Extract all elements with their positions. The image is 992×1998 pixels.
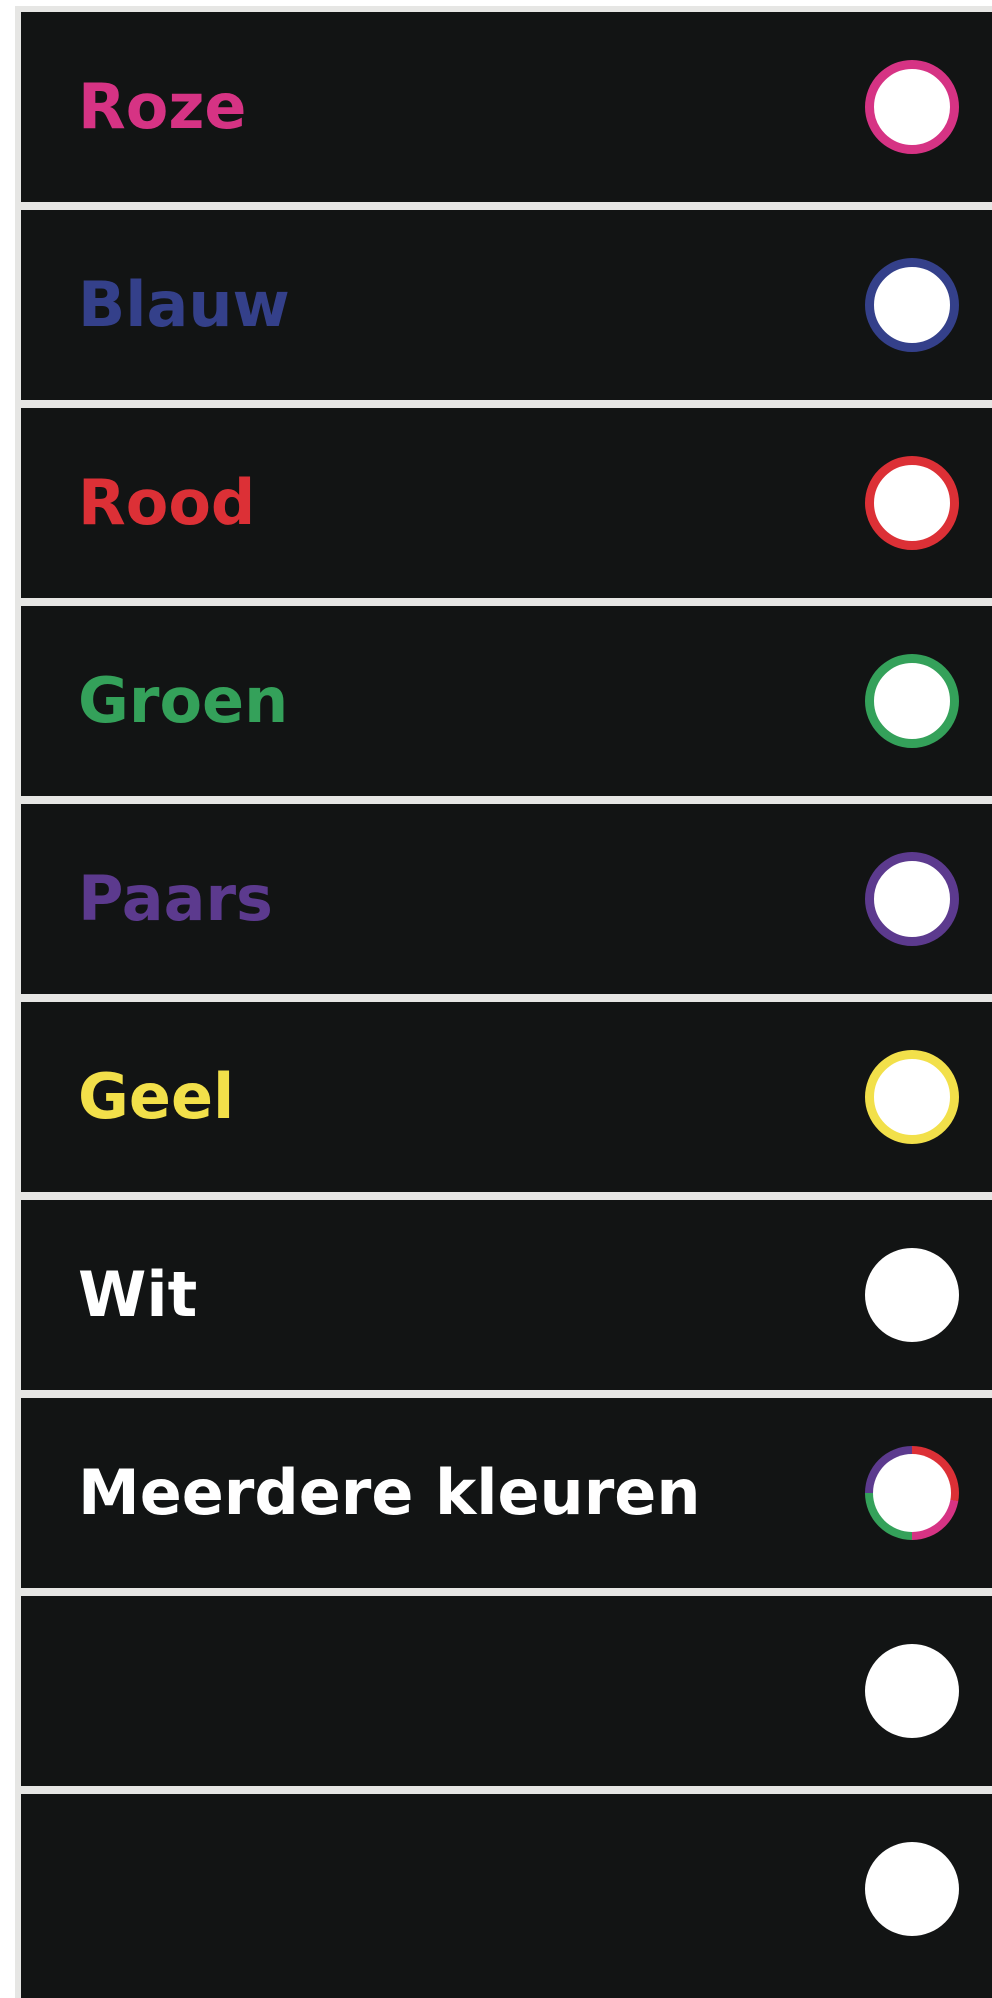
color-option-geel[interactable]: Geel xyxy=(21,1002,992,1192)
color-list: Roze Blauw Rood Groen Paars Geel Wit Mee… xyxy=(15,6,992,1998)
color-radio-icon[interactable] xyxy=(865,654,959,748)
color-option-label: Paars xyxy=(78,862,273,935)
color-option-groen[interactable]: Groen xyxy=(21,606,992,796)
color-radio-icon[interactable] xyxy=(865,1248,959,1342)
color-option-label: Rood xyxy=(78,466,256,539)
color-radio-icon[interactable] xyxy=(865,258,959,352)
color-option-paars[interactable]: Paars xyxy=(21,804,992,994)
color-option-label: Groen xyxy=(78,664,289,737)
color-radio-icon[interactable] xyxy=(865,852,959,946)
color-option-label: Geel xyxy=(78,1060,235,1133)
color-option-empty[interactable] xyxy=(21,1596,992,1786)
color-option-label: Roze xyxy=(78,70,247,143)
color-option-label: Wit xyxy=(78,1258,198,1331)
color-option-rood[interactable]: Rood xyxy=(21,408,992,598)
color-option-wit[interactable]: Wit xyxy=(21,1200,992,1390)
color-option-label: Meerdere kleuren xyxy=(78,1456,701,1529)
color-option-roze[interactable]: Roze xyxy=(21,12,992,202)
multicolor-radio-icon[interactable] xyxy=(865,1446,959,1540)
color-radio-icon[interactable] xyxy=(865,456,959,550)
color-radio-icon[interactable] xyxy=(865,1050,959,1144)
color-radio-icon[interactable] xyxy=(865,1842,959,1936)
color-option-empty[interactable] xyxy=(21,1794,992,1998)
color-radio-icon[interactable] xyxy=(865,60,959,154)
color-option-blauw[interactable]: Blauw xyxy=(21,210,992,400)
color-option-meerdere-kleuren[interactable]: Meerdere kleuren xyxy=(21,1398,992,1588)
color-radio-icon[interactable] xyxy=(865,1644,959,1738)
color-option-label: Blauw xyxy=(78,268,290,341)
